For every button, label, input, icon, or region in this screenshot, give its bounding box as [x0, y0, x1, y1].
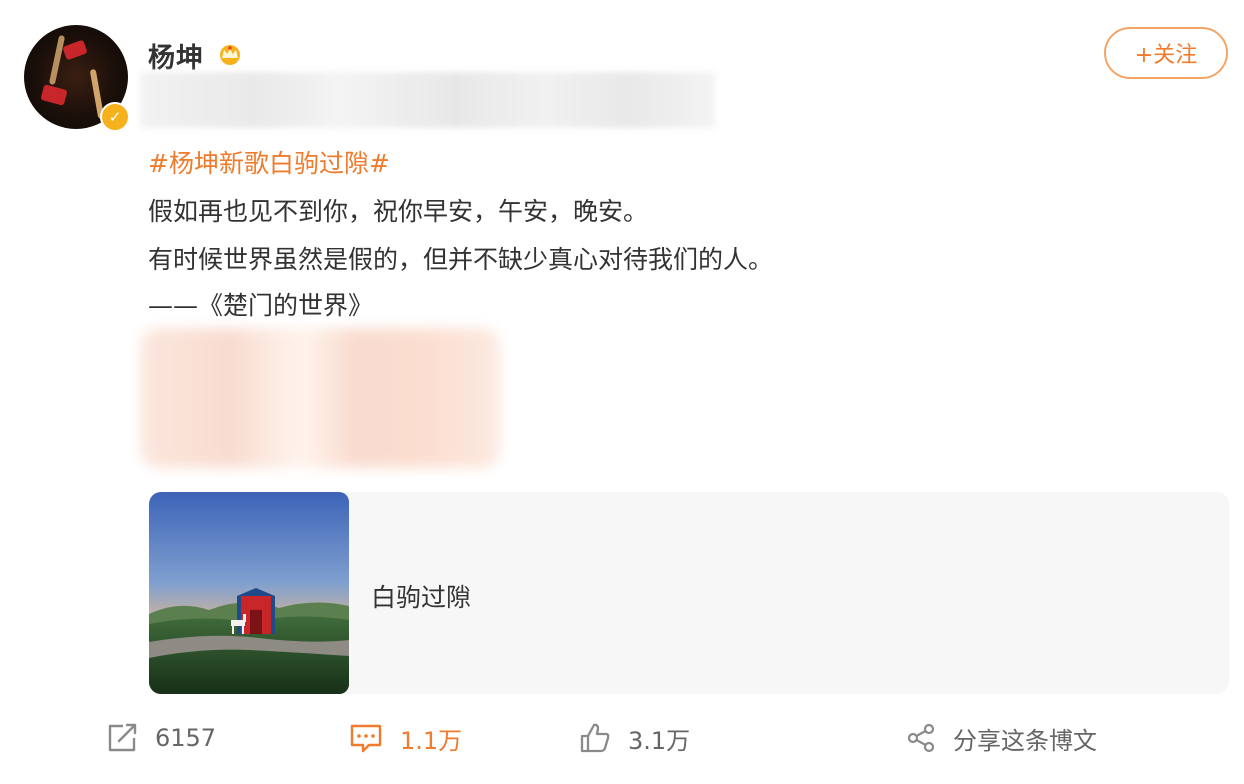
- guitar-neck: [48, 34, 66, 86]
- music-card[interactable]: 白驹过隙: [149, 492, 1229, 694]
- post-text-line: 有时候世界虽然是假的，但并不缺少真心对待我们的人。: [148, 245, 774, 274]
- comment-count: 1.1万: [400, 726, 463, 755]
- guitar-body: [40, 84, 68, 106]
- blurred-image[interactable]: [140, 328, 500, 468]
- verified-badge-icon: ✓: [100, 102, 130, 132]
- crown-icon: [220, 45, 240, 65]
- post-text-line: ——《楚门的世界》: [148, 291, 374, 320]
- blurred-post-meta: [140, 72, 715, 128]
- repost-count: 6157: [155, 724, 217, 752]
- share-button[interactable]: 分享这条博文: [905, 712, 1097, 764]
- album-cover: [149, 492, 349, 694]
- share-label: 分享这条博文: [953, 726, 1097, 755]
- action-bar: 6157 1.1万 3.1万 分享这条博文: [0, 712, 1244, 764]
- post-text-line: 假如再也见不到你，祝你早安，午安，晚安。: [148, 197, 649, 226]
- comment-icon: [350, 724, 382, 753]
- share-icon: [907, 723, 935, 753]
- comment-button[interactable]: 1.1万: [348, 712, 462, 764]
- thumbs-up-icon: [580, 723, 610, 753]
- repost-button[interactable]: 6157: [105, 712, 216, 764]
- guitar-body: [62, 39, 88, 61]
- like-button[interactable]: 3.1万: [578, 712, 690, 764]
- follow-button[interactable]: +关注: [1104, 27, 1228, 79]
- topic-hashtag-link[interactable]: #杨坤新歌白驹过隙#: [148, 144, 390, 180]
- repost-icon: [108, 723, 137, 752]
- author-name[interactable]: 杨坤: [148, 36, 204, 75]
- like-count: 3.1万: [628, 726, 691, 755]
- music-title: 白驹过隙: [371, 583, 472, 612]
